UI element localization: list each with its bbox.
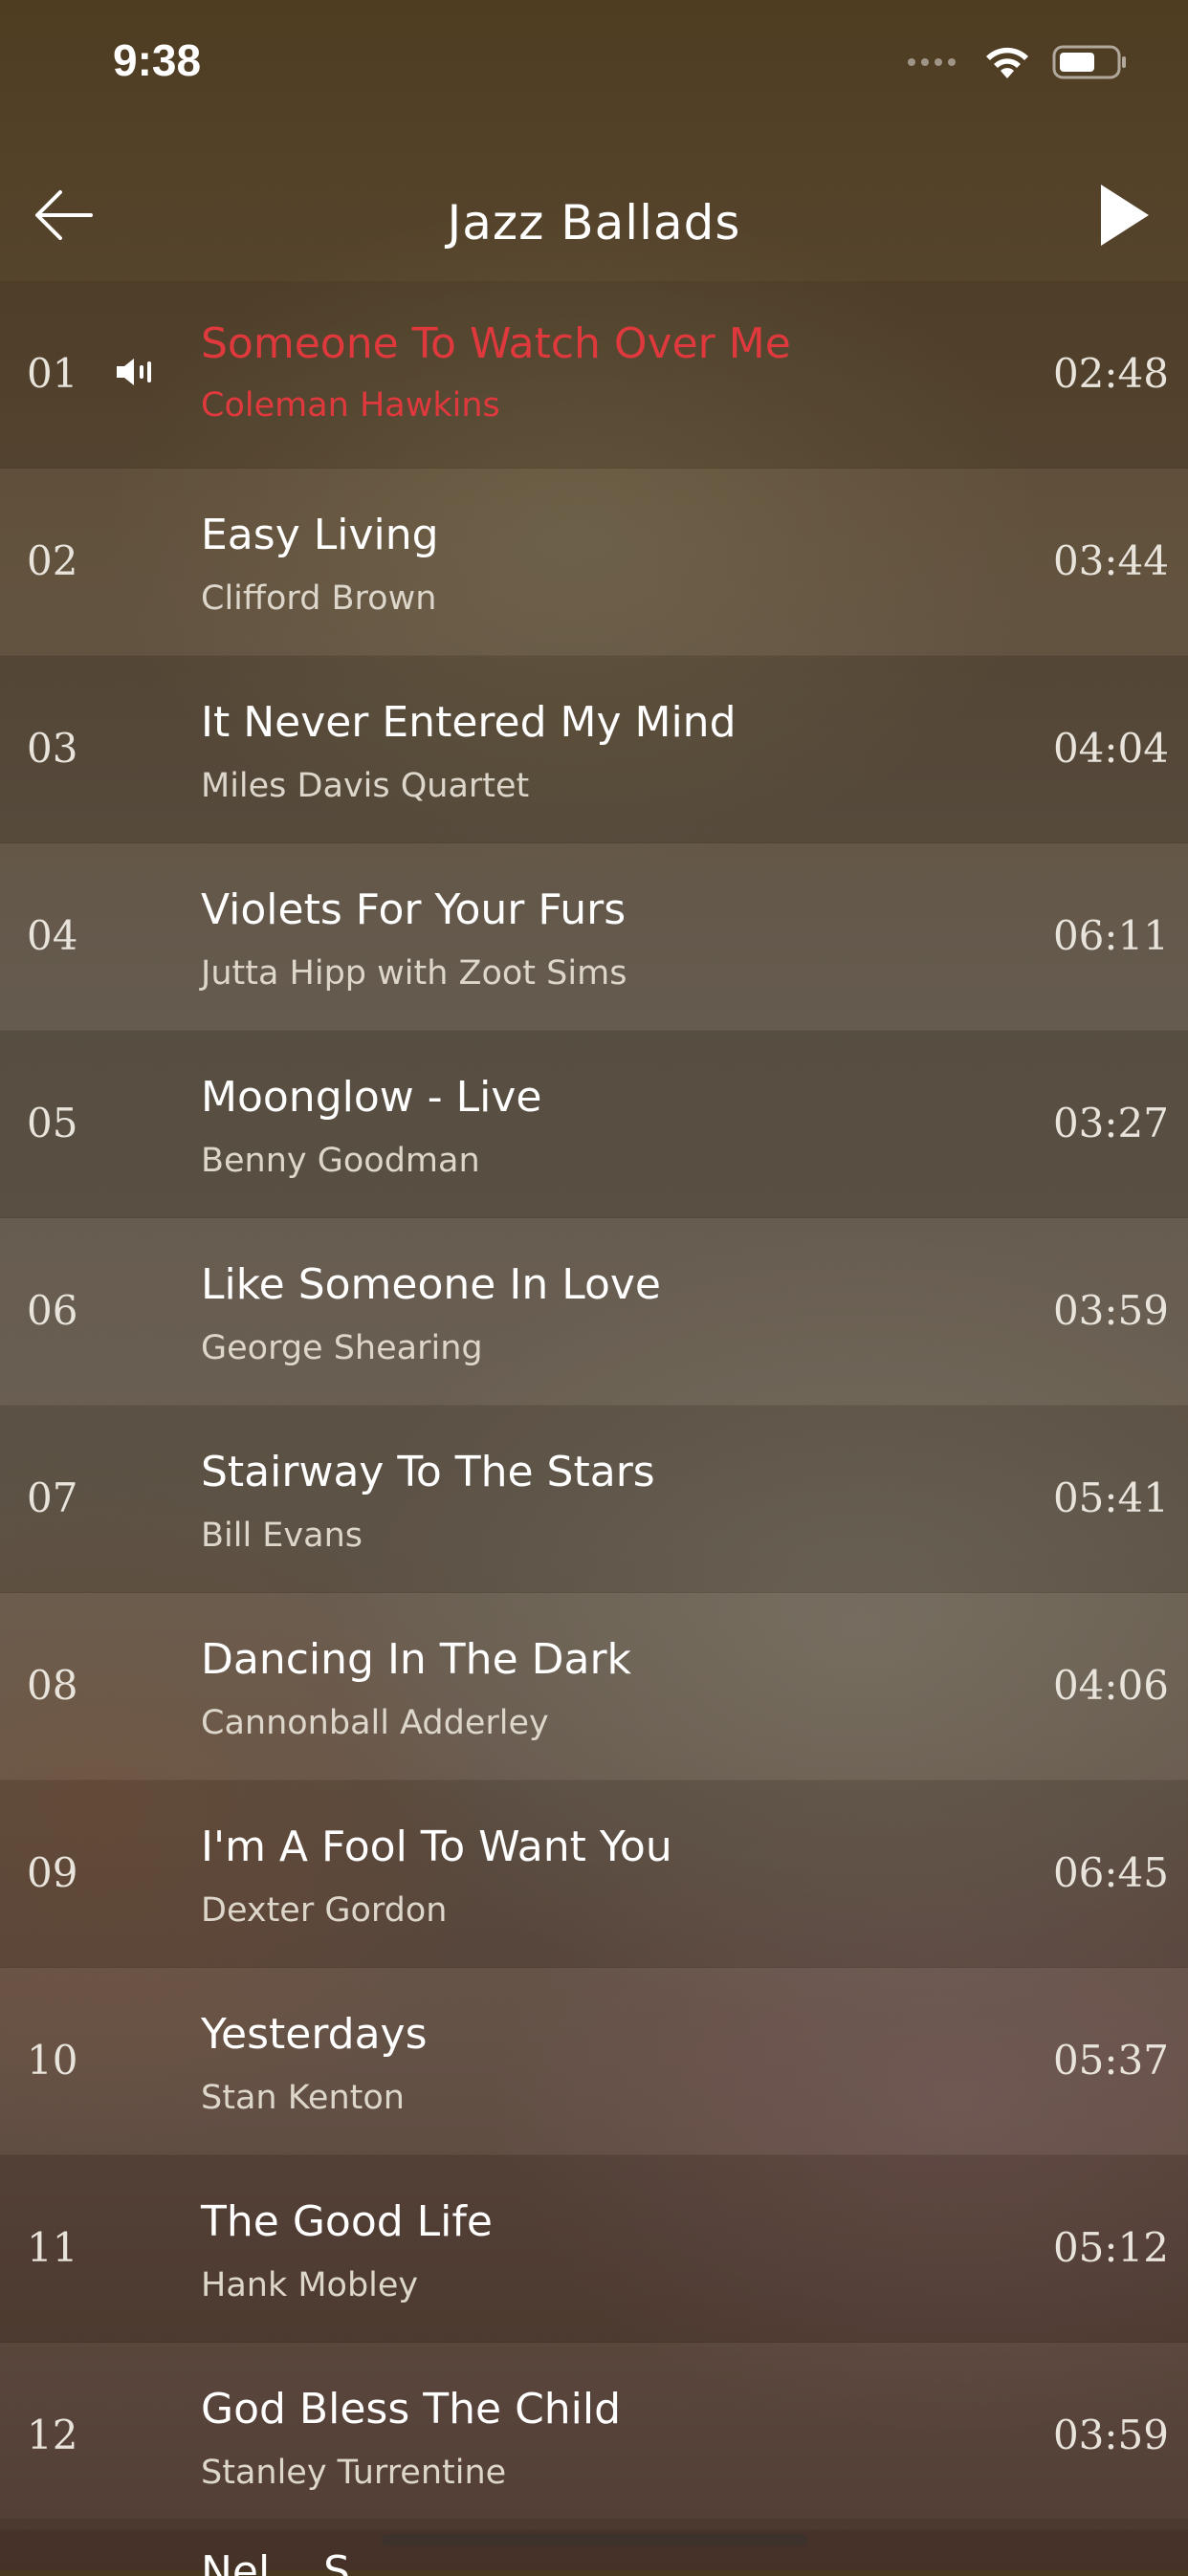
- track-duration: 03:44: [1052, 537, 1169, 584]
- track-number: 05: [27, 1100, 78, 1146]
- track-row[interactable]: 12 God Bless The Child Stanley Turrentin…: [0, 2343, 1188, 2530]
- battery-icon: [1052, 45, 1126, 79]
- track-title: It Never Entered My Mind: [201, 698, 737, 747]
- track-title: Dancing In The Dark: [201, 1635, 632, 1684]
- status-icons: [907, 44, 1129, 80]
- signal-icon: [908, 58, 956, 66]
- track-duration: 04:06: [1052, 1662, 1169, 1709]
- track-number: 01: [27, 350, 78, 397]
- page-title: Jazz Ballads: [447, 195, 741, 251]
- track-artist: Coleman Hawkins: [201, 386, 500, 425]
- track-number: 10: [27, 2037, 78, 2084]
- track-artist: Stanley Turrentine: [201, 2454, 507, 2492]
- track-duration: 02:48: [1052, 350, 1169, 397]
- track-row[interactable]: 09 I'm A Fool To Want You Dexter Gordon …: [0, 1780, 1188, 1968]
- track-number: 12: [27, 2412, 78, 2458]
- track-duration: 03:59: [1052, 1287, 1169, 1334]
- track-title: Yesterdays: [201, 2010, 428, 2059]
- track-duration: 05:37: [1052, 2037, 1169, 2084]
- wifi-icon: [986, 47, 1028, 78]
- track-artist: George Shearing: [201, 1329, 483, 1367]
- track-title: Stairway To The Stars: [201, 1448, 655, 1496]
- track-row[interactable]: 11 The Good Life Hank Mobley 05:12: [0, 2155, 1188, 2343]
- track-row[interactable]: 04 Violets For Your Furs Jutta Hipp with…: [0, 843, 1188, 1031]
- track-row-partial[interactable]: Nel... S...: [0, 2519, 1188, 2576]
- track-row[interactable]: 03 It Never Entered My Mind Miles Davis …: [0, 656, 1188, 843]
- track-artist: Dexter Gordon: [201, 1891, 448, 1930]
- status-bar: 9:38: [0, 0, 1188, 124]
- track-number: 06: [27, 1287, 78, 1334]
- track-title: God Bless The Child: [201, 2385, 622, 2434]
- track-title: Violets For Your Furs: [201, 885, 627, 934]
- track-number: 11: [27, 2224, 78, 2271]
- track-artist: Cannonball Adderley: [201, 1704, 549, 1742]
- track-title: I'm A Fool To Want You: [201, 1823, 672, 1871]
- track-title: Someone To Watch Over Me: [201, 319, 791, 368]
- play-all-button[interactable]: [1087, 178, 1161, 252]
- track-artist: Miles Davis Quartet: [201, 767, 530, 805]
- track-artist: Hank Mobley: [201, 2266, 419, 2304]
- track-row[interactable]: 02 Easy Living Clifford Brown 03:44: [0, 469, 1188, 656]
- track-row[interactable]: 06 Like Someone In Love George Shearing …: [0, 1218, 1188, 1406]
- track-title: Like Someone In Love: [201, 1260, 661, 1309]
- track-title: The Good Life: [201, 2197, 493, 2246]
- play-icon: [1101, 185, 1149, 246]
- nav-bar: Jazz Ballads: [0, 143, 1188, 277]
- track-title: Easy Living: [201, 511, 439, 559]
- home-indicator[interactable]: [381, 2534, 807, 2546]
- track-number: 04: [27, 912, 78, 959]
- track-title: Moonglow - Live: [201, 1073, 542, 1122]
- track-artist: Clifford Brown: [201, 579, 437, 618]
- track-number: 07: [27, 1474, 78, 1521]
- track-number: 08: [27, 1662, 78, 1709]
- track-artist: Stan Kenton: [201, 2079, 405, 2117]
- track-list: 01 Someone To Watch Over Me Coleman Hawk…: [0, 281, 1188, 2530]
- track-duration: 06:11: [1052, 912, 1169, 959]
- track-title: Nel... S...: [201, 2547, 391, 2576]
- track-number: 03: [27, 725, 78, 772]
- track-artist: Jutta Hipp with Zoot Sims: [201, 954, 627, 993]
- track-duration: 03:27: [1052, 1100, 1169, 1146]
- track-number: 02: [27, 537, 78, 584]
- track-duration: 06:45: [1052, 1849, 1169, 1896]
- track-row[interactable]: 05 Moonglow - Live Benny Goodman 03:27: [0, 1031, 1188, 1218]
- track-artist: Bill Evans: [201, 1517, 363, 1555]
- track-row[interactable]: 10 Yesterdays Stan Kenton 05:37: [0, 1968, 1188, 2155]
- track-duration: 04:04: [1052, 725, 1169, 772]
- track-duration: 05:41: [1052, 1474, 1169, 1521]
- track-row[interactable]: 08 Dancing In The Dark Cannonball Adderl…: [0, 1593, 1188, 1780]
- track-duration: 05:12: [1052, 2224, 1169, 2271]
- track-duration: 03:59: [1052, 2412, 1169, 2458]
- track-number: 09: [27, 1849, 78, 1896]
- status-time: 9:38: [113, 35, 202, 85]
- speaker-playing-icon: [117, 359, 151, 385]
- track-row[interactable]: 01 Someone To Watch Over Me Coleman Hawk…: [0, 281, 1188, 469]
- track-artist: Benny Goodman: [201, 1142, 480, 1180]
- track-row[interactable]: 07 Stairway To The Stars Bill Evans 05:4…: [0, 1406, 1188, 1593]
